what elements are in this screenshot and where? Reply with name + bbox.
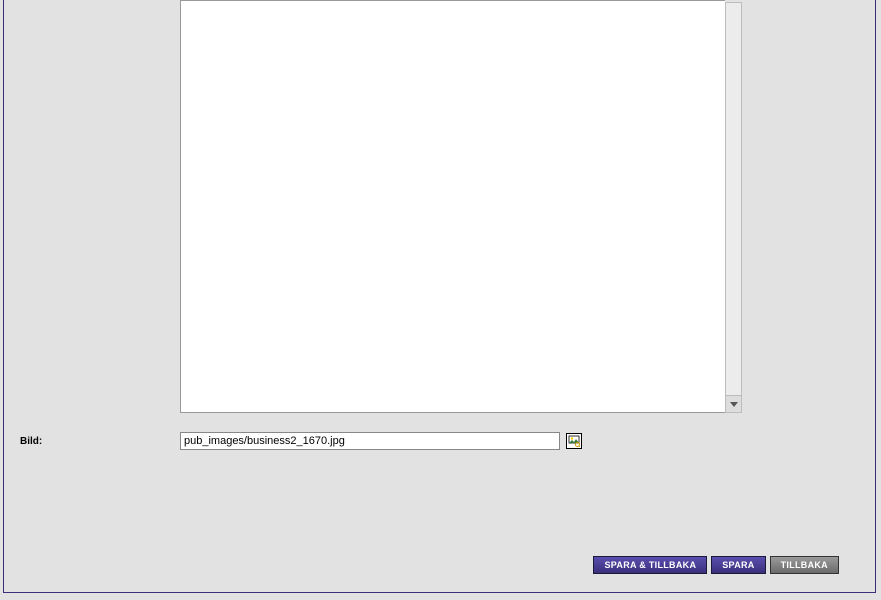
- content-textarea[interactable]: [180, 0, 725, 413]
- save-button[interactable]: SPARA: [711, 556, 765, 574]
- scrollbar-vertical[interactable]: [725, 2, 742, 413]
- back-button[interactable]: TILLBAKA: [770, 556, 839, 574]
- image-picker-icon[interactable]: [566, 433, 582, 449]
- content-editor-area: [180, 0, 725, 415]
- bild-input[interactable]: [180, 432, 560, 450]
- bild-label: Bild:: [20, 436, 180, 447]
- bild-row: Bild:: [20, 432, 720, 450]
- form-panel: Bild: SPARA & TILLBAKA SPARA TILLBAKA: [3, 0, 876, 593]
- scroll-down-icon[interactable]: [726, 395, 741, 412]
- action-buttons: SPARA & TILLBAKA SPARA TILLBAKA: [593, 556, 839, 574]
- save-and-back-button[interactable]: SPARA & TILLBAKA: [593, 556, 707, 574]
